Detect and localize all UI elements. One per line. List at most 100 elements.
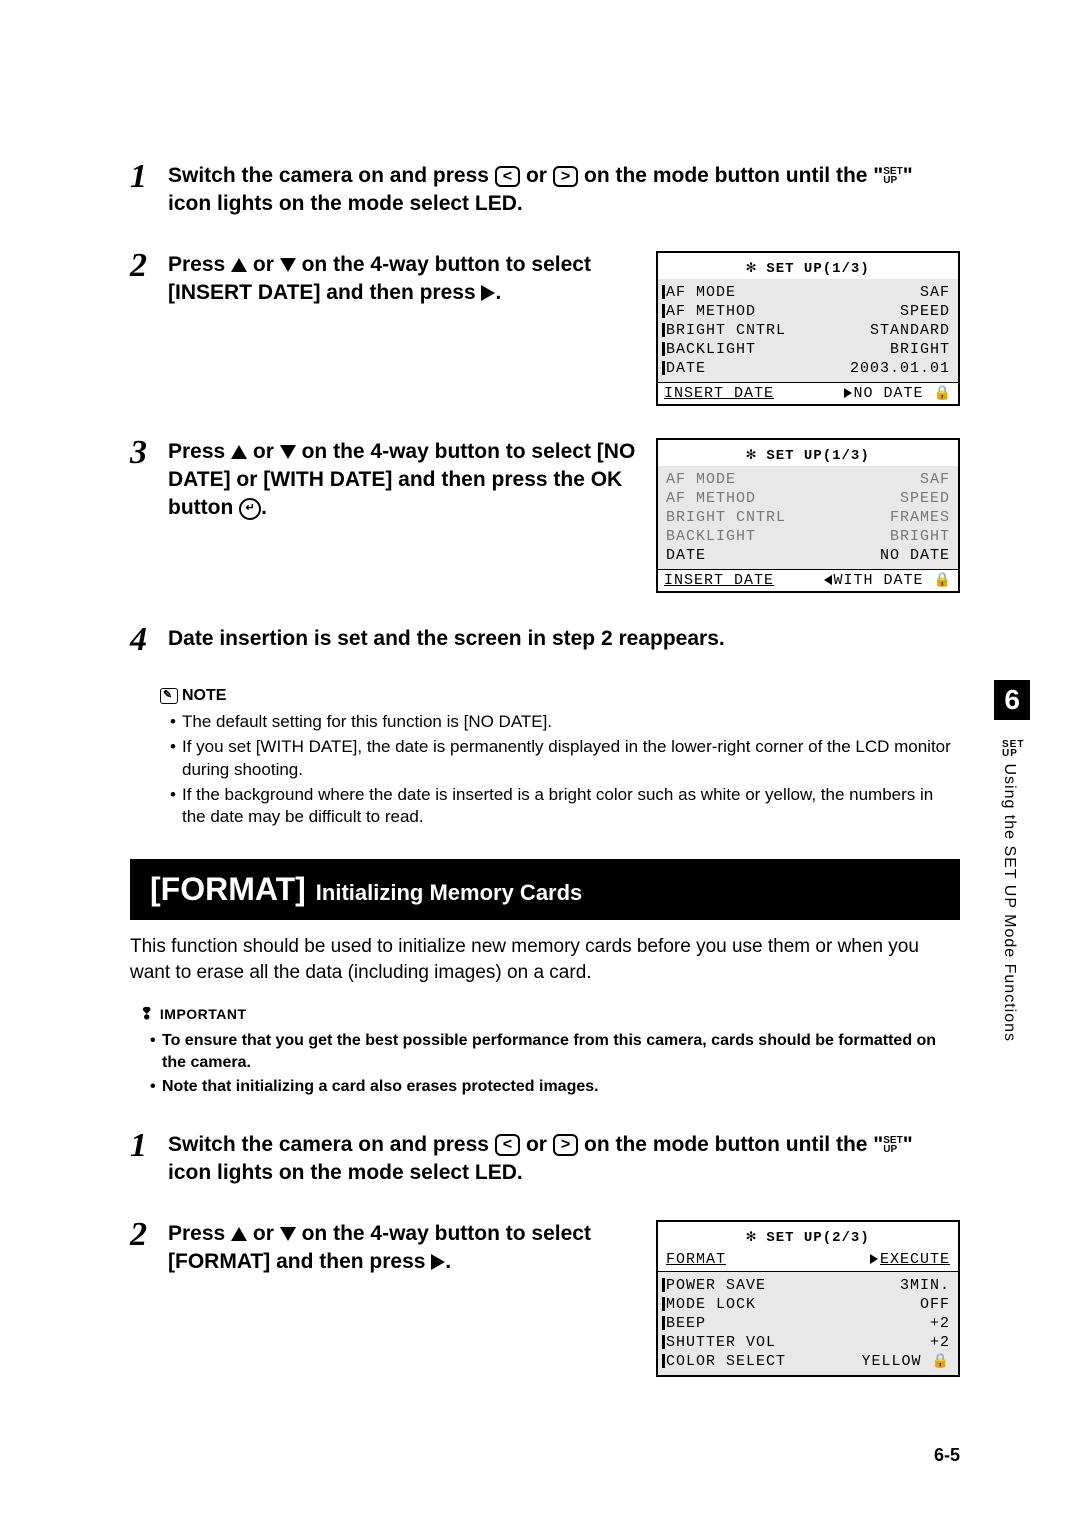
manual-page: 1 Switch the camera on and press < or > … [0, 0, 1080, 1526]
mode-right-icon: > [553, 166, 578, 188]
step-a1: 1 Switch the camera on and press < or > … [130, 160, 960, 219]
menu-row-value: SPEED [900, 303, 950, 320]
menu-row-label: POWER SAVE [666, 1277, 766, 1294]
menu-row-value: BRIGHT [890, 528, 950, 545]
menu-row-label: COLOR SELECT [666, 1353, 786, 1370]
note-icon [160, 688, 178, 704]
chapter-title: SETUP Using the SET UP Mode Functions [1000, 740, 1024, 1042]
step-number: 2 [130, 1218, 154, 1252]
menu-row-value: FRAMES [890, 509, 950, 526]
menu-row-label: AF MODE [666, 284, 736, 301]
setup-title: SET UP(1/3) [766, 261, 869, 277]
menu-row-label: BACKLIGHT [666, 341, 756, 358]
menu-row-value: STANDARD [870, 322, 950, 339]
important-list: To ensure that you get the best possible… [150, 1030, 960, 1099]
down-arrow-icon [280, 1227, 296, 1241]
up-arrow-icon [231, 445, 247, 459]
menu-footer-value: WITH DATE [834, 572, 924, 589]
step-b2: 2 Press or on the 4-way button to select… [130, 1218, 960, 1377]
menu-row-label: SHUTTER VOL [666, 1334, 776, 1351]
tool-icon: ✻ [746, 259, 757, 277]
right-arrow-icon [481, 285, 495, 301]
menu-row-label: AF METHOD [666, 490, 756, 507]
menu-row-label: BACKLIGHT [666, 528, 756, 545]
select-arrow-icon [844, 388, 852, 398]
menu-row-label: DATE [666, 360, 706, 377]
step-number: 1 [130, 1129, 154, 1163]
important-item: To ensure that you get the best possible… [150, 1030, 960, 1075]
important-label: IMPORTANT [160, 1006, 247, 1022]
step-text: Date insertion is set and the screen in … [168, 625, 960, 653]
important-item: Note that initializing a card also erase… [150, 1076, 960, 1098]
menu-row-value: NO DATE [880, 547, 950, 564]
intro-text: This function should be used to initiali… [130, 934, 960, 985]
up-arrow-icon [231, 1227, 247, 1241]
step-b1: 1 Switch the camera on and press < or > … [130, 1129, 960, 1188]
menu-row-label: DATE [666, 547, 706, 564]
step-text: Press or on the 4-way button to select [… [168, 1220, 636, 1277]
down-arrow-icon [280, 258, 296, 272]
step-number: 2 [130, 249, 154, 283]
section-heading: [FORMAT] Initializing Memory Cards [130, 859, 960, 920]
step-number: 4 [130, 623, 154, 657]
menu-row-value: SPEED [900, 490, 950, 507]
right-arrow-icon [431, 1254, 445, 1270]
menu-row-value: SAF [920, 471, 950, 488]
step-a3: 3 Press or on the 4-way button to select… [130, 436, 960, 593]
note-block: NOTE The default setting for this functi… [160, 687, 960, 830]
select-arrow-icon [824, 575, 832, 585]
setup-icon: SETUP [883, 1136, 902, 1154]
menu-row-value: YELLOW [862, 1353, 922, 1370]
menu-row-label: BRIGHT CNTRL [666, 322, 786, 339]
ok-button-icon: ↵ [239, 498, 261, 520]
tool-icon: ✻ [746, 446, 757, 464]
step-a2: 2 Press or on the 4-way button to select… [130, 249, 960, 406]
menu-row-label: AF MODE [666, 471, 736, 488]
setup-icon: SETUP [1002, 740, 1024, 758]
menu-row-label: BEEP [666, 1315, 706, 1332]
up-arrow-icon [231, 258, 247, 272]
menu-row-value: 3MIN. [900, 1277, 950, 1294]
menu-row-label: AF METHOD [666, 303, 756, 320]
section-title-main: [FORMAT] [150, 871, 306, 908]
mode-left-icon: < [495, 1134, 520, 1156]
menu-row-value: BRIGHT [890, 341, 950, 358]
page-number: 6-5 [934, 1445, 960, 1466]
note-label: NOTE [182, 687, 226, 705]
menu-row-value: OFF [920, 1296, 950, 1313]
mode-left-icon: < [495, 166, 520, 188]
menu-row-value: EXECUTE [880, 1251, 950, 1268]
note-item: The default setting for this function is… [170, 711, 960, 734]
menu-row-label: BRIGHT CNTRL [666, 509, 786, 526]
note-item: If the background where the date is inse… [170, 784, 960, 830]
menu-row-value: 2003.01.01 [850, 360, 950, 377]
step-text: Switch the camera on and press < or > on… [168, 162, 960, 219]
setup-screen-2: ✻ SET UP(1/3) AF MODESAF AF METHODSPEED … [656, 438, 960, 593]
note-item: If you set [WITH DATE], the date is perm… [170, 736, 960, 782]
down-arrow-icon [280, 445, 296, 459]
menu-footer-label: INSERT DATE [664, 385, 774, 402]
menu-row-label: FORMAT [666, 1251, 726, 1268]
setup-title: SET UP(1/3) [766, 448, 869, 464]
step-a4: 4 Date insertion is set and the screen i… [130, 623, 960, 657]
lock-icon: 🔒 [934, 386, 952, 402]
important-icon: ❢ [140, 1004, 154, 1024]
chapter-number: 6 [994, 680, 1030, 720]
setup-screen-3: ✻ SET UP(2/3) FORMAT EXECUTE POWER SAVE 3M… [656, 1220, 960, 1377]
menu-row-label: MODE LOCK [666, 1296, 756, 1313]
select-arrow-icon [870, 1254, 878, 1264]
step-text: Press or on the 4-way button to select [… [168, 251, 636, 308]
setup-icon: SETUP [883, 167, 902, 185]
tool-icon: ✻ [746, 1228, 757, 1246]
step-text: Press or on the 4-way button to select [… [168, 438, 636, 523]
lock-icon: 🔒 [934, 573, 952, 589]
lock-icon: 🔒 [932, 1354, 950, 1370]
menu-row-value: SAF [920, 284, 950, 301]
mode-right-icon: > [553, 1134, 578, 1156]
important-heading: ❢ IMPORTANT [140, 1004, 960, 1024]
menu-row-value: +2 [930, 1334, 950, 1351]
side-tab: 6 SETUP Using the SET UP Mode Functions [994, 680, 1030, 1042]
setup-title: SET UP(2/3) [766, 1230, 869, 1246]
menu-footer-label: INSERT DATE [664, 572, 774, 589]
step-number: 3 [130, 436, 154, 470]
